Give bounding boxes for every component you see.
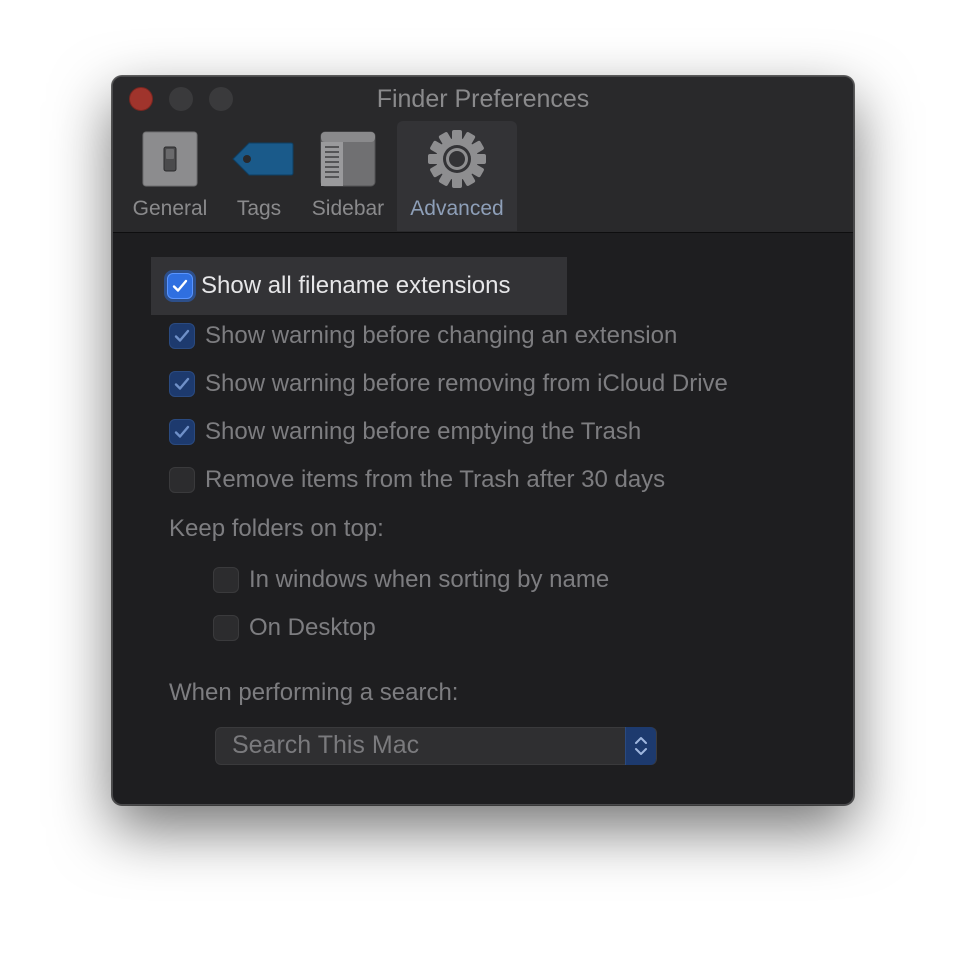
tab-advanced-label: Advanced <box>410 197 504 220</box>
checkmark-icon <box>174 425 190 438</box>
warn-icloud-remove-checkbox[interactable] <box>169 371 195 397</box>
stepper-arrows-icon <box>625 727 656 765</box>
search-heading: When performing a search: <box>169 679 459 706</box>
warn-empty-trash-checkbox[interactable] <box>169 419 195 445</box>
advanced-pane: Show all filename extensions Show warnin… <box>113 233 853 804</box>
option-remove-trash-30-days[interactable]: Remove items from the Trash after 30 day… <box>169 460 665 500</box>
gear-icon <box>428 130 486 188</box>
keep-folders-heading: Keep folders on top: <box>169 515 384 542</box>
checkmark-icon <box>174 377 190 390</box>
checkmark-icon <box>174 329 190 342</box>
option-warn-empty-trash[interactable]: Show warning before emptying the Trash <box>169 412 641 452</box>
checkmark-icon <box>172 279 188 292</box>
option-label: Show warning before removing from iCloud… <box>205 370 728 397</box>
window-title: Finder Preferences <box>376 85 590 113</box>
option-label: In windows when sorting by name <box>249 566 610 593</box>
option-folders-in-windows[interactable]: In windows when sorting by name <box>213 560 609 600</box>
remove-trash-30-days-checkbox[interactable] <box>169 467 195 493</box>
search-scope-value: Search This Mac <box>232 731 420 759</box>
toolbar: Finder Preferences General Tags Sidebar … <box>113 77 853 233</box>
option-folders-on-desktop[interactable]: On Desktop <box>213 608 376 648</box>
option-label: Show all filename extensions <box>201 272 511 299</box>
option-show-extensions[interactable]: Show all filename extensions <box>151 257 567 315</box>
option-warn-icloud-remove[interactable]: Show warning before removing from iCloud… <box>169 364 728 404</box>
switch-icon <box>142 131 198 187</box>
option-label: On Desktop <box>249 614 376 641</box>
sidebar-icon <box>320 131 376 187</box>
folders-on-desktop-checkbox[interactable] <box>213 615 239 641</box>
search-scope-select[interactable]: Search This Mac <box>215 727 657 765</box>
option-warn-extension-change[interactable]: Show warning before changing an extensio… <box>169 316 677 356</box>
warn-extension-change-checkbox[interactable] <box>169 323 195 349</box>
tab-sidebar-label: Sidebar <box>311 197 385 220</box>
tab-advanced[interactable]: Advanced <box>397 121 517 231</box>
option-label: Remove items from the Trash after 30 day… <box>205 466 666 493</box>
option-label: Show warning before changing an extensio… <box>205 322 678 349</box>
folders-in-windows-checkbox[interactable] <box>213 567 239 593</box>
tab-sidebar[interactable]: Sidebar <box>288 121 408 231</box>
show-extensions-checkbox[interactable] <box>167 273 193 299</box>
finder-preferences-window: Finder Preferences General Tags Sidebar … <box>112 76 854 805</box>
tag-icon <box>231 131 294 187</box>
option-label: Show warning before emptying the Trash <box>205 418 642 445</box>
